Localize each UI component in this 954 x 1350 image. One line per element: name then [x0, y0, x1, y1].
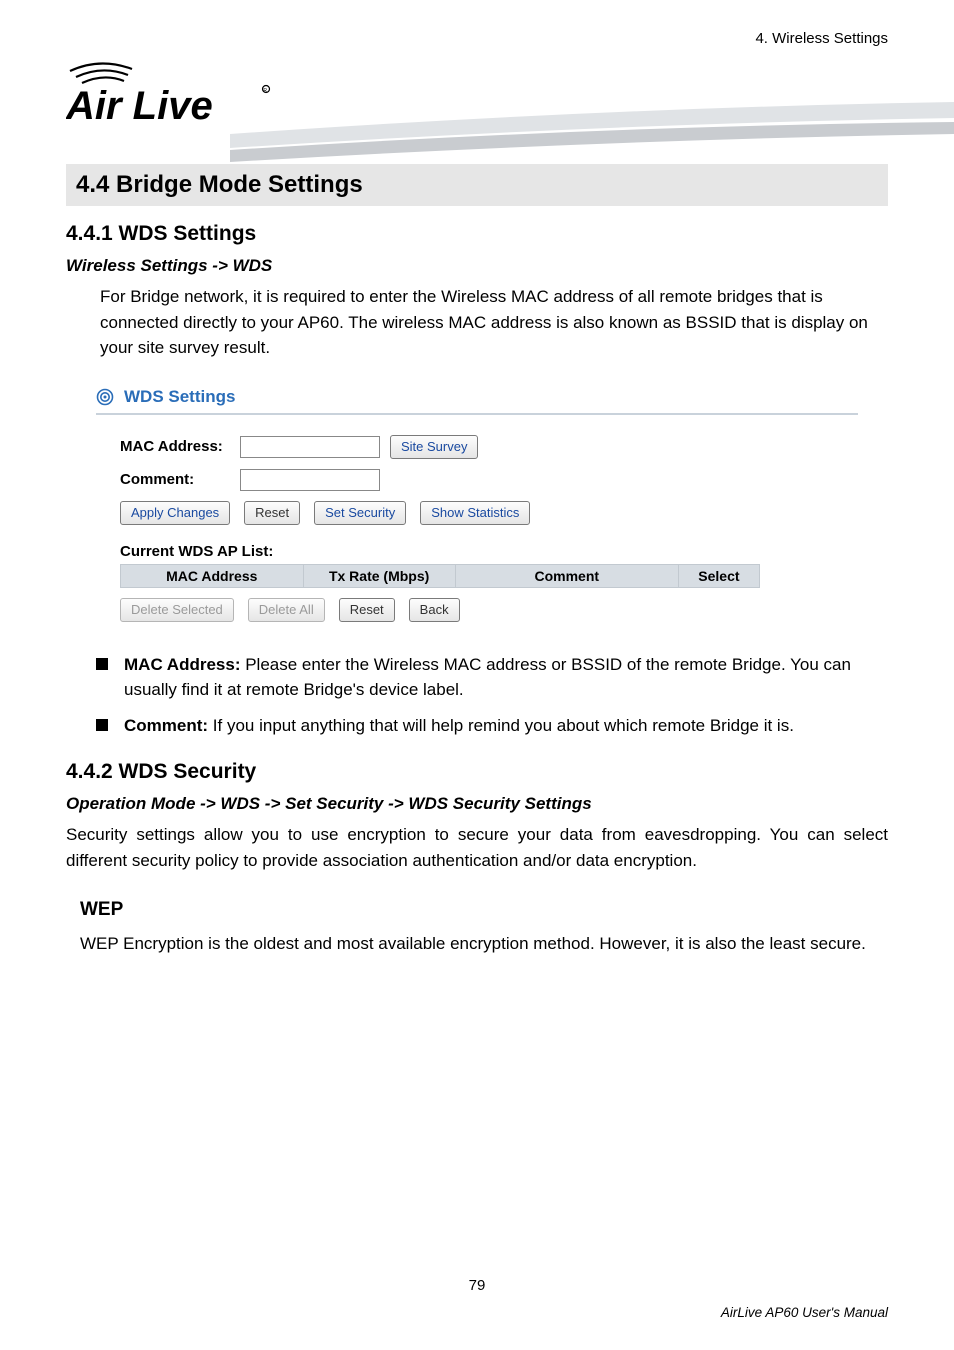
- subsection-heading-wds-settings: 4.4.1 WDS Settings: [66, 222, 888, 246]
- manual-title-footer: AirLive AP60 User's Manual: [721, 1305, 888, 1320]
- subsection-heading-wds-security: 4.4.2 WDS Security: [66, 760, 888, 784]
- svg-text:R: R: [263, 88, 267, 94]
- panel-title: WDS Settings: [124, 387, 235, 407]
- reset-list-button[interactable]: Reset: [339, 598, 395, 622]
- delete-selected-button: Delete Selected: [120, 598, 234, 622]
- mac-address-label: MAC Address:: [120, 438, 230, 455]
- chapter-label: 4. Wireless Settings: [755, 30, 888, 47]
- comment-label: Comment:: [120, 471, 230, 488]
- delete-all-button: Delete All: [248, 598, 325, 622]
- col-mac: MAC Address: [121, 564, 304, 587]
- target-icon: [96, 388, 114, 406]
- bullet-mac-label: MAC Address:: [124, 655, 241, 674]
- wds-ap-table: MAC Address Tx Rate (Mbps) Comment Selec…: [120, 564, 760, 588]
- mac-address-input[interactable]: [240, 436, 380, 458]
- wep-paragraph: WEP Encryption is the oldest and most av…: [80, 931, 884, 957]
- section-heading: 4.4 Bridge Mode Settings: [76, 171, 878, 199]
- col-comment: Comment: [455, 564, 678, 587]
- logo: Air Live R: [66, 55, 888, 138]
- svg-text:Air Live: Air Live: [66, 84, 213, 128]
- security-paragraph: Security settings allow you to use encry…: [66, 822, 888, 873]
- list-item: MAC Address: Please enter the Wireless M…: [96, 652, 888, 703]
- bullet-comment-text: If you input anything that will help rem…: [208, 716, 794, 735]
- page-number: 79: [0, 1277, 954, 1294]
- back-button[interactable]: Back: [409, 598, 460, 622]
- comment-input[interactable]: [240, 469, 380, 491]
- section-heading-bar: 4.4 Bridge Mode Settings: [66, 164, 888, 206]
- wep-heading: WEP: [80, 899, 888, 921]
- bullet-square-icon: [96, 719, 108, 731]
- col-select: Select: [678, 564, 759, 587]
- apply-changes-button[interactable]: Apply Changes: [120, 501, 230, 525]
- airlive-logo-icon: Air Live R: [66, 55, 276, 133]
- breadcrumb-security: Operation Mode -> WDS -> Set Security ->…: [66, 794, 888, 814]
- list-item: Comment: If you input anything that will…: [96, 713, 888, 739]
- show-statistics-button[interactable]: Show Statistics: [420, 501, 530, 525]
- site-survey-button[interactable]: Site Survey: [390, 435, 478, 459]
- bullet-comment-label: Comment:: [124, 716, 208, 735]
- current-wds-list-title: Current WDS AP List:: [120, 543, 858, 560]
- col-tx-rate: Tx Rate (Mbps): [303, 564, 455, 587]
- breadcrumb-wds: Wireless Settings -> WDS: [66, 256, 888, 276]
- bullet-square-icon: [96, 658, 108, 670]
- intro-paragraph: For Bridge network, it is required to en…: [66, 284, 888, 361]
- panel-divider: [96, 413, 858, 415]
- set-security-button[interactable]: Set Security: [314, 501, 406, 525]
- reset-button[interactable]: Reset: [244, 501, 300, 525]
- wds-settings-panel: WDS Settings MAC Address: Site Survey Co…: [96, 387, 858, 622]
